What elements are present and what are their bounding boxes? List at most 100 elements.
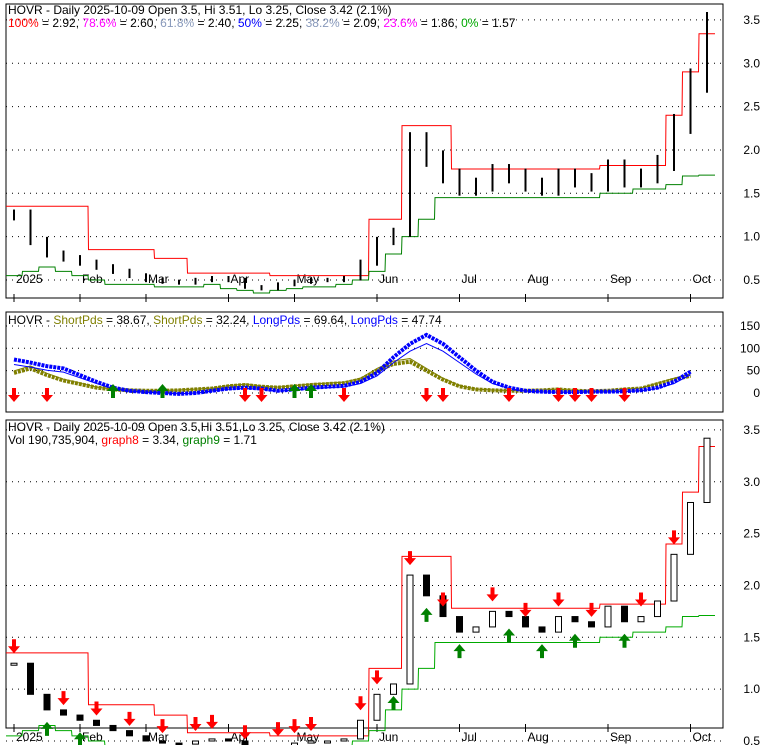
fib-value: = 1.57 (478, 16, 515, 30)
candle (208, 738, 216, 742)
legend-value: = 47.74 (398, 313, 442, 327)
x-tick-label: Jul (462, 730, 477, 744)
candle (324, 740, 331, 744)
candle (489, 610, 496, 628)
sell-arrow-icon (437, 592, 449, 607)
legend-label: graph8 (101, 433, 139, 447)
sell-arrow-icon (90, 701, 103, 716)
y-tick-label: 1.5 (743, 186, 760, 200)
candle (142, 735, 150, 742)
x-tick-label: Jul (462, 272, 477, 286)
candle (571, 616, 579, 623)
graph8-line (6, 445, 715, 737)
sell-arrow-icon (552, 592, 565, 607)
sell-arrow-icon (189, 717, 202, 731)
legend-value: = 32.24, (202, 313, 252, 327)
y-tick-label: 0 (753, 386, 760, 400)
fib-label: 50% (238, 16, 262, 30)
buy-arrow-icon (420, 607, 433, 622)
x-tick-label: 2025 (16, 272, 43, 286)
sell-arrow-icon (57, 691, 70, 706)
stock-chart: 0.5 1.0 1.5 2.0 2.5 3.0 3.5 0 50 100 150 0.5 1.0 1.5 2… (0, 0, 780, 745)
candle (357, 719, 364, 740)
candle (109, 724, 117, 732)
legend-label: ShortPds (53, 313, 102, 327)
sell-arrow-icon (404, 551, 416, 566)
legend-label: ShortPds (153, 313, 202, 327)
fib-legend: 100% = 2.92, 78.6% = 2.60, 61.8% = 2.40,… (8, 16, 516, 30)
sell-arrow-icon (519, 602, 532, 617)
x-tick-label: Apr (231, 272, 250, 286)
candle (654, 600, 661, 618)
candle (60, 709, 67, 716)
x-tick-label: Jun (379, 730, 398, 744)
y-tick-label: 50 (747, 364, 761, 378)
candle (241, 740, 249, 745)
candle (390, 683, 397, 695)
x-tick-label: Oct (693, 730, 712, 744)
buy-arrow-icon (503, 628, 515, 643)
sell-arrow-icon (8, 639, 20, 654)
fib-label: 0% (461, 16, 479, 30)
legend-value: = 1.71 (220, 433, 257, 447)
legend-value: = 3.34, (139, 433, 183, 447)
panel-frame-0 (5, 3, 724, 299)
candle (472, 626, 480, 633)
candle (192, 740, 199, 745)
fib-value: = 2.60, (116, 16, 160, 30)
buy-arrow-icon (387, 695, 400, 710)
buy-arrow-icon (536, 644, 548, 659)
fib-value: = 2.25, (262, 16, 306, 30)
candle (423, 574, 430, 597)
fib-label: 100% (8, 16, 39, 30)
bottom-panel-title: HOVR - Daily 2025-10-09 Open 3.5,Hi 3.51… (8, 420, 385, 434)
candle (670, 553, 678, 602)
candle (687, 501, 694, 555)
candle (406, 574, 414, 685)
candle (522, 616, 529, 628)
buy-arrow-icon (156, 384, 169, 398)
buy-arrow-icon (41, 721, 53, 736)
sell-arrow-icon (239, 388, 251, 402)
legend-item: HOVR - (8, 313, 53, 327)
x-tick-label: Oct (693, 272, 712, 286)
fib-value: = 2.09, (340, 16, 384, 30)
sell-arrow-icon (8, 388, 20, 402)
fib-label: 61.8% (160, 16, 194, 30)
candle (76, 714, 84, 721)
candle (555, 616, 562, 633)
candle (621, 605, 628, 623)
sell-arrow-icon (206, 714, 218, 729)
sell-arrow-icon (486, 587, 499, 602)
x-tick-label: May (297, 272, 320, 286)
y-tick-label: 2.0 (743, 578, 760, 592)
chart-canvas: 0.5 1.0 1.5 2.0 2.5 3.0 3.5 0 50 100 150 0.5 1.0 1.5 2… (5, 3, 761, 745)
y-tick-label: 3.5 (743, 13, 760, 27)
candle (456, 616, 463, 633)
x-tick-label: Feb (82, 730, 103, 744)
legend-label: LongPds (253, 313, 300, 327)
candle (637, 616, 645, 623)
mid-panel-legend: HOVR - ShortPds = 38.67, ShortPds = 32.2… (8, 313, 442, 327)
buy-arrow-icon (453, 644, 466, 659)
sell-arrow-icon (668, 530, 680, 545)
y-tick-label: 1.0 (743, 230, 760, 244)
sell-arrow-icon (41, 388, 53, 402)
candle (703, 437, 711, 503)
y-tick-label: 2.0 (743, 143, 760, 157)
sell-arrow-icon (338, 388, 350, 402)
candle (340, 738, 348, 742)
legend-label: LongPds (351, 313, 398, 327)
bottom-panel-legend: Vol 190,735,904, graph8 = 3.34, graph9 =… (8, 433, 257, 447)
x-tick-label: Aug (528, 272, 549, 286)
candle (307, 740, 315, 744)
sell-arrow-icon (437, 388, 449, 402)
y-tick-label: 1.5 (743, 630, 760, 644)
legend-label: graph9 (183, 433, 221, 447)
sell-arrow-icon (123, 711, 136, 726)
candle (126, 730, 133, 737)
sell-arrow-icon (305, 717, 317, 731)
y-tick-label: 0.5 (743, 734, 760, 745)
fib-label: 38.2% (306, 16, 340, 30)
top-panel-title: HOVR - Daily 2025-10-09 Open 3.5, Hi 3.5… (8, 3, 392, 17)
